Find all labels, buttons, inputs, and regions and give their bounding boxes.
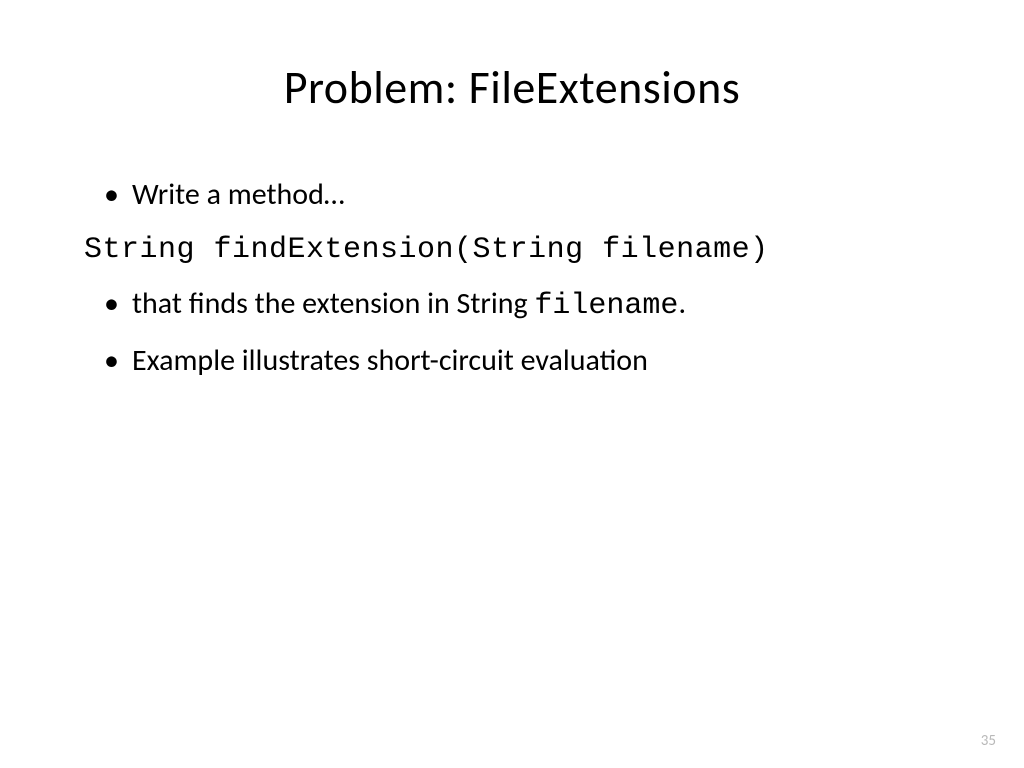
slide-title: Problem: FileExtensions (90, 60, 934, 116)
bullet-text: Example illustrates short-circuit evalua… (132, 342, 648, 379)
code-line: String findExtension(String filename) (84, 227, 934, 274)
bullet-item: Example illustrates short-circuit evalua… (90, 338, 934, 385)
bullet-item: Write a method… (90, 172, 934, 219)
slide: Problem: FileExtensions Write a method… … (0, 0, 1024, 768)
inline-code: filename (534, 289, 678, 323)
slide-body: Write a method… String findExtension(Str… (90, 172, 934, 384)
bullet-text-suffix: . (678, 285, 686, 322)
bullet-text-prefix: that finds the extension in String (132, 285, 534, 322)
page-number: 35 (981, 732, 996, 750)
bullet-item: that finds the extension in String filen… (90, 281, 934, 330)
bullet-text: Write a method… (132, 176, 345, 213)
